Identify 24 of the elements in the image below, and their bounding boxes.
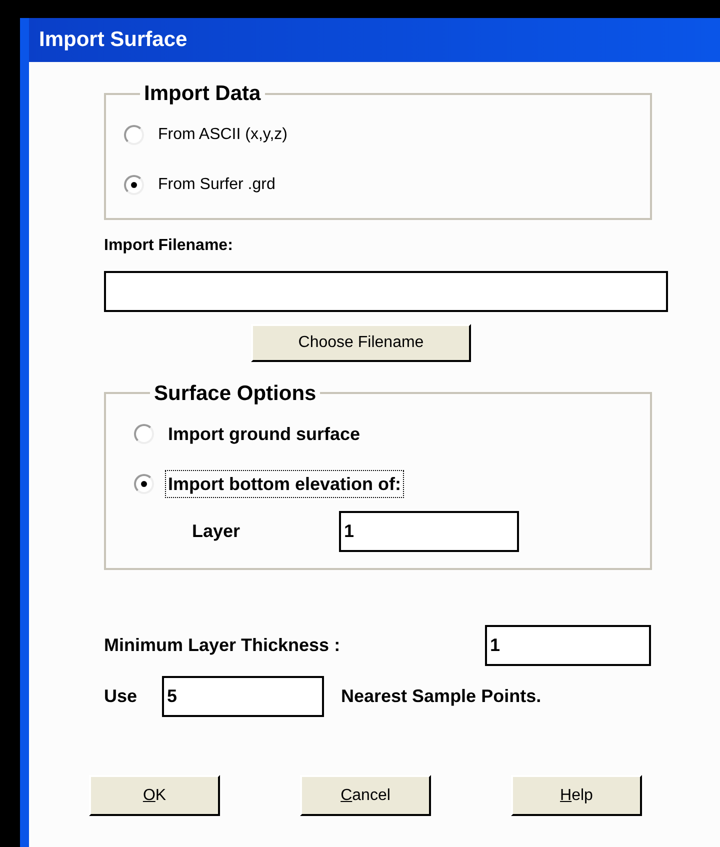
- window-title: Import Surface: [39, 27, 188, 54]
- radio-label[interactable]: Import ground surface: [166, 421, 362, 447]
- radio-button[interactable]: [134, 474, 154, 494]
- field-label: Nearest Sample Points.: [341, 685, 542, 708]
- field-label: Layer: [192, 520, 242, 543]
- radio-label[interactable]: From Surfer .grd: [156, 172, 278, 198]
- radio-button[interactable]: [124, 174, 144, 194]
- radio-label[interactable]: Import bottom elevation of:: [166, 471, 403, 497]
- group-title: Import Data: [143, 81, 262, 107]
- radio-label[interactable]: From ASCII (x,y,z): [156, 122, 290, 148]
- filename-field[interactable]: [104, 270, 668, 312]
- dialog-button[interactable]: OK: [89, 775, 220, 816]
- dialog-button[interactable]: Help: [511, 775, 642, 816]
- field-label: Import Filename:: [104, 236, 234, 256]
- dialog-button[interactable]: Cancel: [300, 775, 431, 816]
- radio-button[interactable]: [124, 124, 144, 144]
- radio-button[interactable]: [134, 424, 154, 444]
- layer-field[interactable]: 1: [339, 511, 519, 552]
- sample-points-field[interactable]: 5: [162, 676, 324, 717]
- thickness-field[interactable]: 1: [485, 625, 651, 666]
- choose-filename-button[interactable]: Choose Filename: [251, 324, 471, 362]
- group-title: Surface Options: [153, 380, 318, 406]
- field-label: Minimum Layer Thickness :: [104, 634, 342, 657]
- field-label: Use: [104, 685, 138, 708]
